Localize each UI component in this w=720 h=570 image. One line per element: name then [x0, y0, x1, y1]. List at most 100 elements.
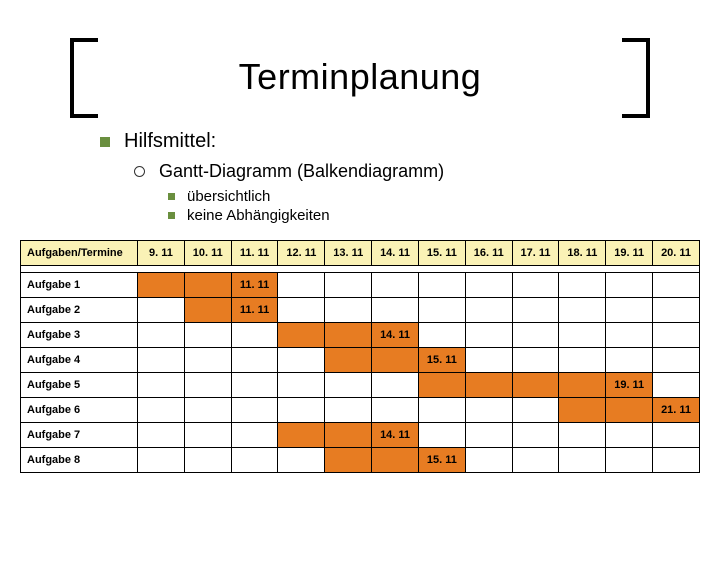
gantt-header-date: 10. 11	[184, 241, 231, 266]
gantt-cell	[138, 273, 185, 298]
gantt-cell	[325, 323, 372, 348]
title-bar: Terminplanung	[0, 30, 720, 130]
gantt-row-label: Aufgabe 1	[21, 273, 138, 298]
gantt-cell	[184, 373, 231, 398]
gantt-row: Aufgabe 8 15. 11	[21, 448, 700, 473]
gantt-cell	[606, 323, 653, 348]
gantt-chart: Aufgaben/Termine9. 1110. 1111. 1112. 111…	[0, 226, 720, 473]
gantt-cell	[418, 423, 465, 448]
gantt-cell	[606, 398, 653, 423]
gantt-bar-segment	[325, 423, 371, 447]
square-small-bullet-icon	[168, 193, 175, 200]
gantt-row: Aufgabe 6 21. 11	[21, 398, 700, 423]
gantt-cell	[653, 423, 700, 448]
gantt-cell	[372, 373, 419, 398]
gantt-cell	[653, 373, 700, 398]
gantt-bar-segment	[325, 448, 371, 472]
gantt-cell	[653, 323, 700, 348]
gantt-cell	[184, 273, 231, 298]
square-small-bullet-icon	[168, 212, 175, 219]
gantt-cell	[325, 348, 372, 373]
gantt-cell	[325, 373, 372, 398]
gantt-cell: 14. 11	[372, 423, 419, 448]
gantt-cell	[184, 398, 231, 423]
bullet-l3a: übersichtlich	[168, 188, 720, 205]
gantt-cell: 11. 11	[231, 273, 278, 298]
gantt-row: Aufgabe 519. 11	[21, 373, 700, 398]
gantt-cell	[465, 373, 512, 398]
gantt-row: Aufgabe 7 14. 11	[21, 423, 700, 448]
gantt-cell	[465, 348, 512, 373]
gantt-cell	[653, 273, 700, 298]
gantt-cell	[418, 298, 465, 323]
gantt-cell	[138, 323, 185, 348]
gantt-cell: 14. 11	[372, 323, 419, 348]
gantt-header-date: 19. 11	[606, 241, 653, 266]
gantt-cell	[325, 423, 372, 448]
gantt-cell	[278, 448, 325, 473]
gantt-spacer-row	[21, 266, 700, 273]
gantt-row-label: Aufgabe 6	[21, 398, 138, 423]
gantt-header-date: 15. 11	[418, 241, 465, 266]
gantt-cell	[418, 398, 465, 423]
gantt-header-date: 16. 11	[465, 241, 512, 266]
gantt-cell	[512, 348, 559, 373]
gantt-cell	[559, 323, 606, 348]
gantt-cell	[559, 448, 606, 473]
gantt-cell	[278, 298, 325, 323]
gantt-bar-segment	[372, 348, 418, 372]
gantt-cell	[138, 373, 185, 398]
gantt-row-label: Aufgabe 4	[21, 348, 138, 373]
gantt-cell	[372, 398, 419, 423]
gantt-cell	[465, 323, 512, 348]
gantt-cell	[325, 273, 372, 298]
gantt-cell	[372, 273, 419, 298]
gantt-cell	[606, 298, 653, 323]
gantt-cell	[465, 398, 512, 423]
gantt-cell	[231, 323, 278, 348]
gantt-bar-segment	[325, 348, 371, 372]
gantt-cell	[418, 273, 465, 298]
gantt-cell	[138, 298, 185, 323]
gantt-cell	[512, 448, 559, 473]
gantt-bar-segment	[185, 273, 231, 297]
gantt-row-label: Aufgabe 8	[21, 448, 138, 473]
gantt-header-date: 11. 11	[231, 241, 278, 266]
gantt-cell	[231, 423, 278, 448]
gantt-row-label: Aufgabe 5	[21, 373, 138, 398]
gantt-header-date: 9. 11	[138, 241, 185, 266]
gantt-cell	[512, 273, 559, 298]
gantt-bar-segment	[278, 323, 324, 347]
bullet-l1: Hilfsmittel:	[100, 130, 720, 153]
gantt-cell	[325, 398, 372, 423]
gantt-cell	[278, 273, 325, 298]
bullet-l3a-text: übersichtlich	[187, 188, 270, 205]
gantt-row-label: Aufgabe 7	[21, 423, 138, 448]
gantt-cell	[184, 423, 231, 448]
gantt-cell	[278, 323, 325, 348]
gantt-cell: 15. 11	[418, 448, 465, 473]
gantt-row: Aufgabe 211. 11	[21, 298, 700, 323]
gantt-cell: 21. 11	[653, 398, 700, 423]
gantt-cell	[184, 348, 231, 373]
gantt-header-date: 13. 11	[325, 241, 372, 266]
gantt-cell	[606, 348, 653, 373]
gantt-cell	[278, 348, 325, 373]
gantt-header-date: 17. 11	[512, 241, 559, 266]
gantt-cell	[278, 423, 325, 448]
gantt-header-row: Aufgaben/Termine9. 1110. 1111. 1112. 111…	[21, 241, 700, 266]
gantt-cell	[231, 448, 278, 473]
gantt-bar-segment	[138, 273, 184, 297]
gantt-cell	[465, 448, 512, 473]
gantt-bar-segment	[559, 398, 605, 422]
circle-bullet-icon	[134, 166, 145, 177]
gantt-cell	[138, 423, 185, 448]
bullet-l3b: keine Abhängigkeiten	[168, 207, 720, 224]
gantt-cell	[465, 298, 512, 323]
gantt-row: Aufgabe 314. 11	[21, 323, 700, 348]
gantt-cell	[418, 373, 465, 398]
gantt-cell	[418, 323, 465, 348]
gantt-bar-segment	[559, 373, 605, 397]
gantt-bar-segment	[278, 423, 324, 447]
gantt-cell	[559, 348, 606, 373]
